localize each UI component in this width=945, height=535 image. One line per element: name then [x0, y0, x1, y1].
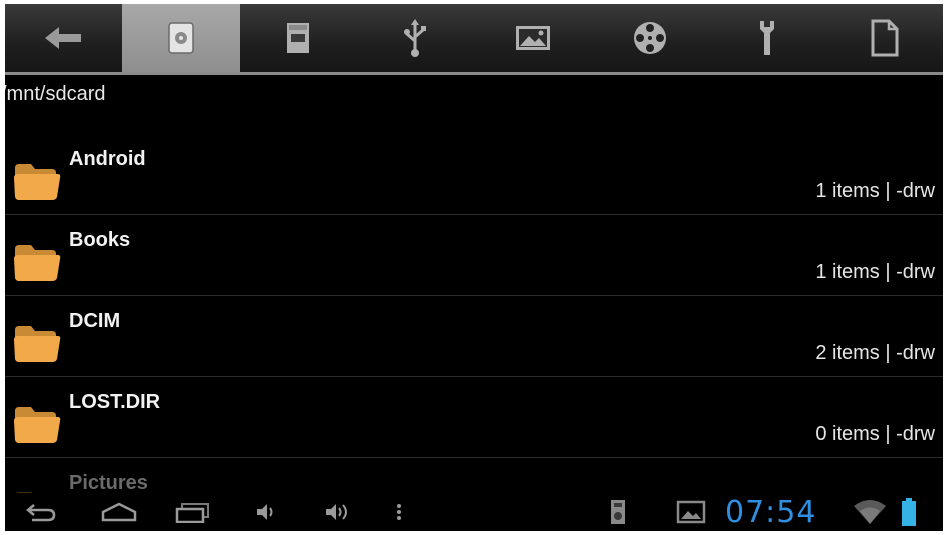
current-path: /mnt/sdcard [5, 83, 106, 105]
sd-card-icon [287, 23, 310, 53]
wifi-status [851, 493, 889, 531]
folder-icon [14, 164, 61, 200]
usb-icon [404, 19, 427, 57]
image-icon [515, 26, 550, 50]
file-meta: 1 items | -drw [815, 261, 935, 283]
list-item[interactable]: LOST.DIR 0 items | -drw [5, 377, 943, 458]
file-name: Pictures [69, 472, 148, 494]
sd-card-notification-icon [611, 500, 625, 524]
file-list[interactable]: Android 1 items | -drw Books 1 items | -… [5, 134, 943, 528]
tab-usb[interactable] [357, 4, 474, 72]
file-name: Books [69, 229, 131, 251]
tab-images[interactable] [474, 4, 591, 72]
list-item[interactable]: DCIM 2 items | -drw [5, 296, 943, 377]
file-meta: 1 items | -drw [815, 180, 935, 202]
battery-icon [902, 498, 916, 526]
menu-button[interactable] [389, 493, 409, 531]
tab-internal-storage[interactable] [122, 4, 240, 72]
recent-apps-icon [175, 503, 209, 523]
back-button[interactable] [5, 4, 122, 72]
folder-icon [14, 326, 61, 362]
file-name: DCIM [69, 310, 121, 332]
file-meta: 2 items | -drw [815, 342, 935, 364]
folder-icon [14, 407, 61, 443]
volume-down-button[interactable] [251, 493, 281, 531]
nav-recent-apps-button[interactable] [171, 493, 215, 531]
nav-back-button[interactable] [21, 493, 61, 531]
status-clock[interactable]: 07:54 [725, 495, 816, 530]
back-icon [26, 504, 56, 522]
list-item[interactable]: Android 1 items | -drw [5, 134, 943, 215]
wifi-icon [854, 500, 886, 524]
home-icon [101, 502, 137, 522]
system-bar: 07:54 [5, 493, 943, 531]
nav-home-button[interactable] [97, 493, 141, 531]
picture-notification-icon [676, 500, 706, 524]
file-meta: 0 items | -drw [815, 423, 935, 445]
toolbar [5, 4, 943, 72]
film-reel-icon [633, 22, 666, 54]
back-arrow-icon [44, 27, 81, 49]
list-item[interactable]: Pictures [5, 458, 943, 528]
tab-videos[interactable] [591, 4, 708, 72]
screen: /mnt/sdcard Android 1 items | -drw Books… [5, 4, 943, 531]
battery-status [897, 493, 921, 531]
volume-up-icon [326, 504, 347, 520]
file-name: Android [69, 148, 146, 170]
volume-down-icon [257, 504, 273, 520]
folder-icon [14, 245, 61, 281]
toolbar-divider [5, 72, 943, 75]
overflow-menu-icon [397, 504, 401, 520]
wrench-icon [760, 21, 775, 55]
file-name: LOST.DIR [69, 391, 161, 413]
document-icon [871, 19, 899, 57]
volume-up-button[interactable] [321, 493, 357, 531]
screenshot-notification[interactable] [673, 493, 709, 531]
tab-sd-card[interactable] [240, 4, 357, 72]
tab-tools[interactable] [709, 4, 826, 72]
sd-notification[interactable] [603, 493, 633, 531]
internal-storage-icon [168, 22, 194, 54]
list-item[interactable]: Books 1 items | -drw [5, 215, 943, 296]
tab-documents[interactable] [826, 4, 943, 72]
